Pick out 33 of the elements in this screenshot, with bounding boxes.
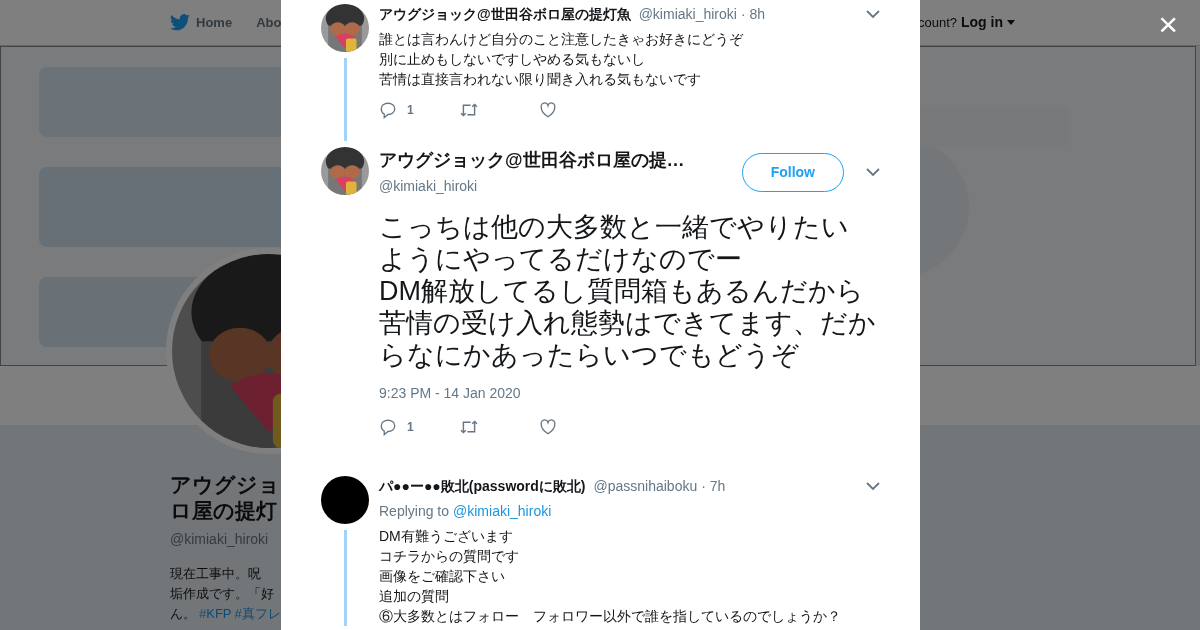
- nav-link[interactable]: Abo: [256, 12, 282, 33]
- reply-count: 1: [407, 419, 414, 436]
- profile-handle: @kimiaki_hiroki: [170, 529, 270, 549]
- hashtag-link[interactable]: #真フレ: [234, 605, 281, 621]
- heart-icon[interactable]: [539, 418, 557, 436]
- mention-link[interactable]: @kimiaki_hiroki: [453, 501, 552, 522]
- chevron-icon[interactable]: [866, 482, 880, 491]
- tweet-text-line: ⑥大多数とはフォロー フォロワー以外で誰を指しているのでしょうか？: [379, 607, 842, 626]
- replying-label: Replying to: [379, 502, 450, 521]
- bird-icon: [170, 14, 190, 31]
- avatar-image: [321, 476, 369, 524]
- login-link[interactable]: Log in: [961, 12, 1015, 33]
- profile-bio: 現在工事中。呪 垢作成です。「好 ん。 #KFP #真フレ: [170, 564, 278, 623]
- reply-icon[interactable]: [379, 418, 397, 436]
- tweet-text-line: 誰とは言わんけど自分のこと注意したきゃお好きにどうぞ: [379, 30, 744, 49]
- tweet-text-line: DM有難うございます: [379, 527, 514, 546]
- close-button[interactable]: ×: [1158, 12, 1178, 36]
- author-name: パ●●ー●●敗北(passwordに敗北): [379, 477, 586, 496]
- author-handle: @passnihaiboku: [593, 477, 698, 496]
- author-name: アウグジョック@世田谷ボロ屋の提灯魚: [379, 5, 631, 24]
- chevron-icon[interactable]: [866, 10, 880, 19]
- profile-name: アウグジョ ロ屋の提灯: [170, 472, 278, 525]
- tweet-time: · 8h: [740, 5, 765, 24]
- tweet-time: · 7h: [701, 477, 726, 496]
- tweet-text-line: コチラからの質問です: [379, 547, 520, 566]
- tweet-text-line: 追加の質問: [379, 587, 450, 606]
- retweet-icon[interactable]: [459, 419, 479, 435]
- caret-icon: [1007, 20, 1015, 25]
- author-handle: @kimiaki_hiroki: [638, 5, 737, 24]
- hashtag-link[interactable]: #KFP: [199, 605, 232, 621]
- tweet-text-line: 画像をご確認下さい: [379, 567, 506, 586]
- tweet-timestamp: 9:23 PM - 14 Jan 2020: [379, 384, 522, 403]
- nav-link[interactable]: Home: [170, 12, 233, 33]
